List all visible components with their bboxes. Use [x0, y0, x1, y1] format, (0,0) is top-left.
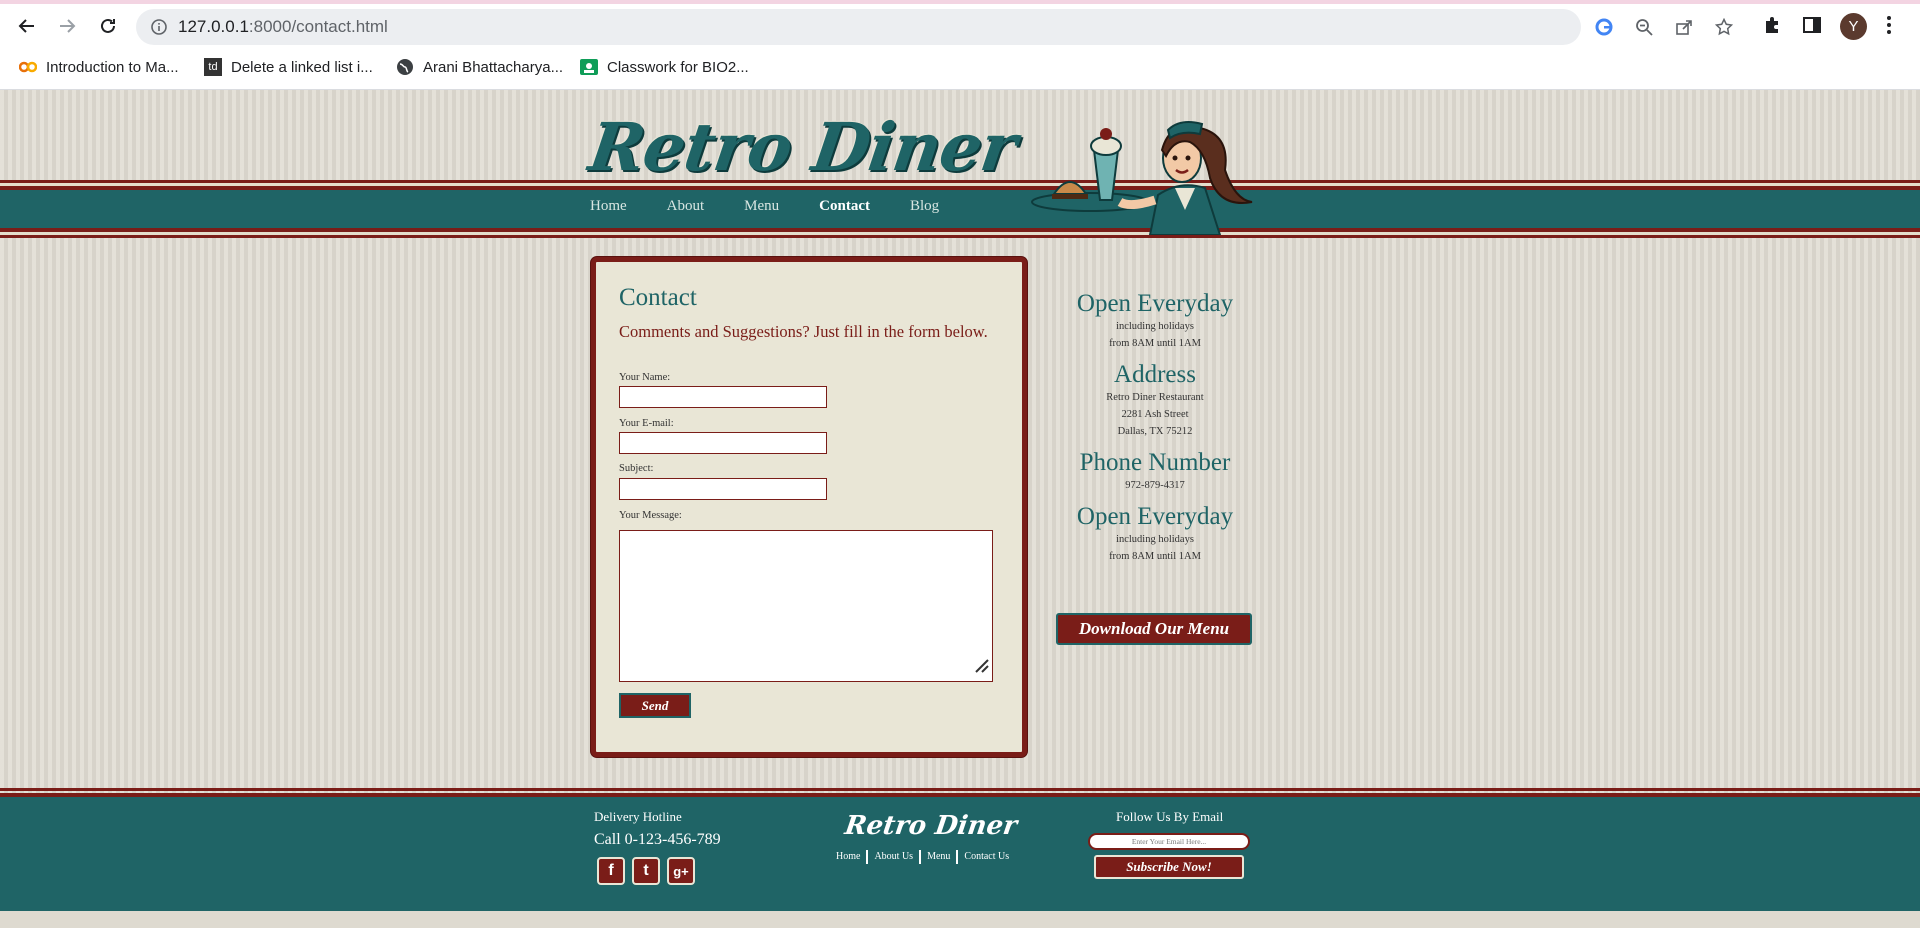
delivery-hotline-label: Delivery Hotline: [594, 809, 682, 824]
subscribe-email-input[interactable]: Enter Your Email Here...: [1088, 833, 1250, 850]
bookmark-star-icon[interactable]: [1714, 17, 1734, 41]
profile-avatar[interactable]: Y: [1840, 13, 1867, 40]
google-plus-icon[interactable]: g+: [667, 857, 695, 885]
address-line: 2281 Ash Street: [1121, 409, 1189, 420]
forward-button[interactable]: [53, 12, 81, 40]
nav-home[interactable]: Home: [590, 198, 627, 215]
url-text: 127.0.0.1:8000/contact.html: [178, 17, 388, 36]
page-bottom-strip: [0, 911, 1920, 928]
site-info-icon[interactable]: [150, 18, 168, 41]
back-button[interactable]: [13, 12, 41, 40]
google-icon[interactable]: [1595, 18, 1613, 41]
follow-email-label: Follow Us By Email: [1116, 809, 1224, 824]
download-menu-button[interactable]: Download Our Menu: [1056, 613, 1252, 645]
hours-line: from 8AM until 1AM: [1109, 338, 1201, 349]
contact-lead-text: Comments and Suggestions? Just fill in t…: [619, 322, 988, 341]
side-panel-icon[interactable]: [1802, 15, 1822, 40]
globe-icon: [396, 58, 414, 76]
forward-arrow-icon: [60, 19, 76, 33]
reload-icon: [101, 18, 115, 33]
classroom-icon: [580, 58, 598, 76]
social-links: f t g+: [597, 857, 695, 885]
twitter-icon[interactable]: t: [632, 857, 660, 885]
footer-link-contact[interactable]: Contact Us: [958, 850, 1015, 864]
footer-link-menu[interactable]: Menu: [921, 850, 959, 864]
colab-icon: [19, 58, 37, 76]
nav-blog[interactable]: Blog: [910, 198, 939, 215]
email-label: Your E-mail:: [619, 418, 674, 429]
message-textarea[interactable]: [619, 530, 993, 682]
address-bar[interactable]: 127.0.0.1:8000/contact.html: [136, 9, 1734, 45]
name-input[interactable]: [619, 386, 827, 408]
phone-number: 972-879-4317: [1125, 480, 1185, 491]
tab-strip: [0, 0, 1920, 4]
hours-title: Open Everyday: [1076, 503, 1234, 530]
address-line: Retro Diner Restaurant: [1106, 392, 1204, 403]
kebab-menu-icon[interactable]: [1886, 15, 1892, 40]
subject-input[interactable]: [619, 478, 827, 500]
web-page: Retro Diner Home About Menu Contact Blog: [0, 90, 1920, 928]
main-nav: Home About Menu Contact Blog: [590, 198, 979, 215]
address-line: Dallas, TX 75212: [1117, 426, 1193, 437]
subscribe-button[interactable]: Subscribe Now!: [1094, 855, 1244, 879]
footer-link-home[interactable]: Home: [830, 850, 869, 864]
send-button[interactable]: Send: [619, 693, 691, 718]
td-icon: td: [204, 58, 222, 76]
bookmark-item[interactable]: Arani Bhattacharya...: [396, 58, 563, 76]
phone-title: Phone Number: [1079, 449, 1231, 476]
share-icon[interactable]: [1675, 18, 1693, 41]
facebook-icon[interactable]: f: [597, 857, 625, 885]
nav-about[interactable]: About: [667, 198, 705, 215]
footer-link-about[interactable]: About Us: [868, 850, 922, 864]
contact-title: Contact: [619, 284, 697, 311]
zoom-icon[interactable]: [1635, 18, 1653, 41]
reload-button[interactable]: [94, 12, 122, 40]
hours-line: including holidays: [1116, 321, 1194, 332]
bookmark-item[interactable]: td Delete a linked list i...: [204, 58, 373, 76]
hours-line: including holidays: [1116, 534, 1194, 545]
info-sidebar: Open Everyday including holidays from 8A…: [1060, 290, 1250, 565]
nav-contact[interactable]: Contact: [819, 198, 870, 215]
delivery-phone: Call 0-123-456-789: [594, 831, 721, 848]
hours-line: from 8AM until 1AM: [1109, 551, 1201, 562]
subject-label: Subject:: [619, 463, 654, 474]
back-arrow-icon: [18, 19, 34, 33]
bookmarks-bar: Introduction to Ma... td Delete a linked…: [0, 46, 1920, 90]
extensions-puzzle-icon[interactable]: [1762, 15, 1782, 40]
site-footer: Delivery Hotline Call 0-123-456-789 f t …: [0, 788, 1920, 911]
site-logo[interactable]: Retro Diner: [585, 108, 1021, 186]
contact-panel: Contact Comments and Suggestions? Just f…: [591, 257, 1027, 757]
message-label: Your Message:: [619, 510, 682, 521]
hours-title: Open Everyday: [1076, 290, 1234, 317]
browser-toolbar: 127.0.0.1:8000/contact.html Y: [0, 0, 1920, 46]
bookmark-item[interactable]: Classwork for BIO2...: [580, 58, 749, 76]
waitress-illustration: [1031, 121, 1253, 235]
name-label: Your Name:: [619, 372, 671, 383]
footer-nav: Home About Us Menu Contact Us: [830, 850, 1015, 864]
nav-menu[interactable]: Menu: [744, 198, 779, 215]
bookmark-item[interactable]: Introduction to Ma...: [19, 58, 179, 76]
address-title: Address: [1114, 361, 1196, 388]
resize-grip-icon[interactable]: [974, 658, 990, 679]
email-input[interactable]: [619, 432, 827, 454]
footer-logo[interactable]: Retro Diner: [843, 811, 1019, 841]
